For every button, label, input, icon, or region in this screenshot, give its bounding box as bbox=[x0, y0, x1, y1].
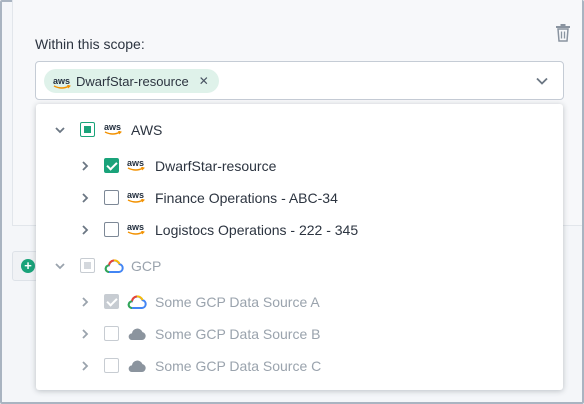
add-button[interactable]: + bbox=[12, 251, 38, 281]
item-label: Some GCP Data Source A bbox=[155, 294, 320, 310]
aws-logo: aws bbox=[53, 76, 71, 89]
scope-select[interactable]: aws DwarfStar-resource ✕ bbox=[35, 61, 564, 100]
chevron-right-icon[interactable] bbox=[79, 296, 91, 308]
item-checkbox bbox=[104, 358, 119, 373]
chevron-right-icon[interactable] bbox=[79, 192, 91, 204]
tree-group-gcp[interactable]: GCP bbox=[36, 250, 563, 282]
group-label: GCP bbox=[131, 258, 162, 274]
item-checkbox[interactable] bbox=[104, 158, 119, 173]
item-label: Some GCP Data Source B bbox=[155, 326, 321, 342]
item-label: Logistocs Operations - 222 - 345 bbox=[155, 222, 359, 238]
chevron-right-icon[interactable] bbox=[79, 360, 91, 372]
gcp-cloud-icon bbox=[127, 295, 147, 309]
trash-icon[interactable] bbox=[555, 24, 571, 42]
cloud-icon bbox=[128, 360, 146, 373]
gcp-cloud-icon bbox=[104, 259, 124, 273]
aws-logo: aws bbox=[127, 190, 145, 203]
tree-item[interactable]: aws Logistocs Operations - 222 - 345 bbox=[36, 214, 563, 246]
item-checkbox[interactable] bbox=[104, 190, 119, 205]
remove-chip-icon[interactable]: ✕ bbox=[199, 74, 209, 88]
add-icon: + bbox=[21, 259, 35, 273]
chevron-right-icon[interactable] bbox=[79, 160, 91, 172]
chevron-right-icon[interactable] bbox=[79, 224, 91, 236]
item-checkbox[interactable] bbox=[104, 222, 119, 237]
chevron-down-icon[interactable] bbox=[535, 74, 549, 88]
tree-group-aws[interactable]: aws AWS bbox=[36, 114, 563, 146]
chevron-right-icon[interactable] bbox=[79, 328, 91, 340]
tree-item[interactable]: Some GCP Data Source B bbox=[36, 318, 563, 350]
scope-dropdown: aws AWS aws DwarfStar-resource aws Finance Op… bbox=[36, 104, 563, 390]
group-checkbox[interactable] bbox=[80, 122, 95, 137]
item-checkbox bbox=[104, 294, 119, 309]
aws-logo: aws bbox=[127, 158, 145, 171]
item-label: DwarfStar-resource bbox=[155, 158, 277, 174]
item-checkbox bbox=[104, 326, 119, 341]
aws-logo: aws bbox=[104, 122, 122, 135]
cloud-icon bbox=[128, 328, 146, 341]
aws-logo: aws bbox=[127, 222, 145, 235]
item-label: Finance Operations - ABC-34 bbox=[155, 190, 338, 206]
selected-chip[interactable]: aws DwarfStar-resource ✕ bbox=[44, 69, 219, 93]
tree-item[interactable]: Some GCP Data Source A bbox=[36, 286, 563, 318]
group-checkbox bbox=[80, 258, 95, 273]
tree-item[interactable]: aws Finance Operations - ABC-34 bbox=[36, 182, 563, 214]
tree-item[interactable]: aws DwarfStar-resource bbox=[36, 150, 563, 182]
tree-item[interactable]: Some GCP Data Source C bbox=[36, 350, 563, 382]
group-label: AWS bbox=[131, 122, 163, 138]
scope-label: Within this scope: bbox=[35, 36, 145, 52]
item-label: Some GCP Data Source C bbox=[155, 358, 322, 374]
chevron-down-icon[interactable] bbox=[54, 260, 66, 272]
chevron-down-icon[interactable] bbox=[54, 124, 66, 136]
selected-chip-label: DwarfStar-resource bbox=[76, 73, 189, 89]
